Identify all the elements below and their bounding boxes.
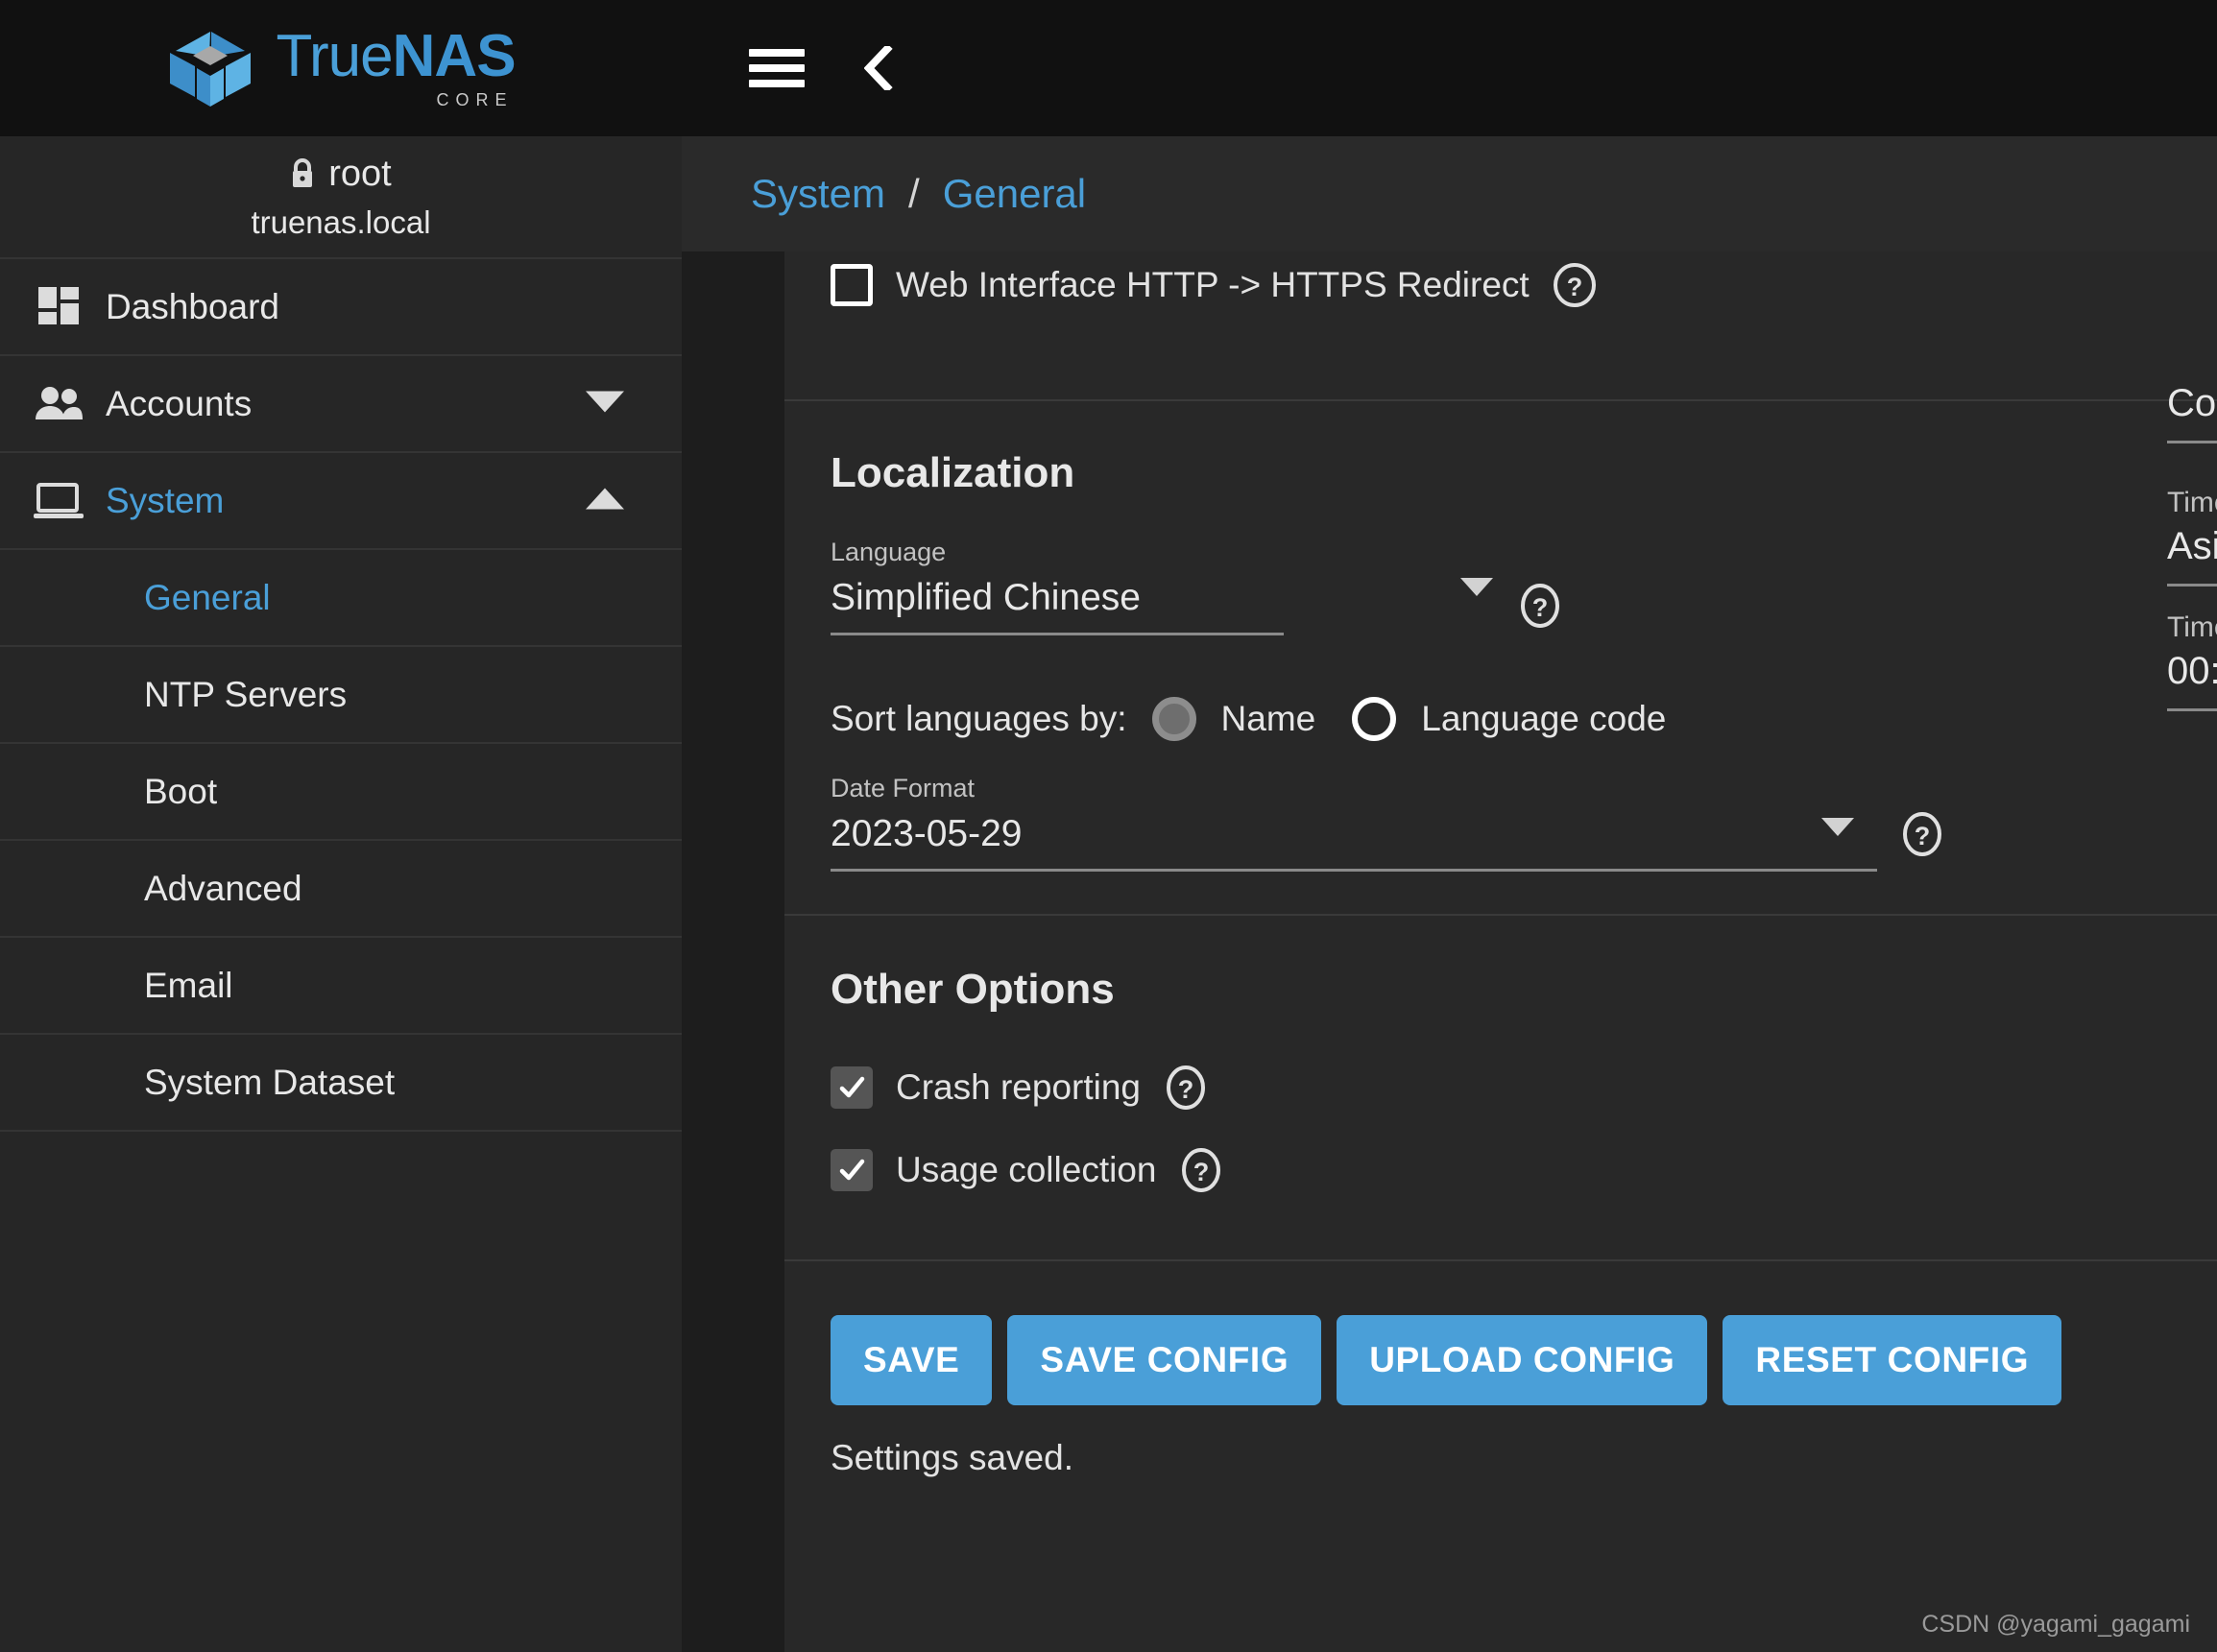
crash-reporting-label: Crash reporting (896, 1067, 1142, 1107)
console-field-value: Con (2167, 382, 2217, 424)
sidebar-item-dashboard[interactable]: Dashboard (0, 259, 682, 356)
section-gui-remainder: Web Interface HTTP -> HTTPS Redirect ? (784, 251, 2217, 399)
sidebar-item-ntp-servers[interactable]: NTP Servers (0, 647, 682, 744)
content-gutter (682, 251, 784, 1652)
sidebar-item-email-label: Email (144, 965, 233, 1005)
sort-by-name-radio[interactable] (1151, 697, 1196, 741)
sidebar-user-block: root truenas.local (0, 136, 682, 259)
usage-collection-row[interactable]: Usage collection ? (784, 1148, 2217, 1192)
date-format-field-label: Date Format (831, 774, 976, 802)
people-icon (25, 385, 92, 423)
timezone-field-value: Asi (2167, 525, 2217, 567)
left-sidebar: TrueNAS CORE root truenas.local Dashboar… (0, 0, 682, 1652)
http-https-redirect-checkbox[interactable] (831, 264, 873, 306)
usage-collection-label: Usage collection (896, 1150, 1157, 1189)
usage-collection-help-circle-icon[interactable]: ? (1179, 1148, 1223, 1192)
svg-text:?: ? (1566, 273, 1582, 301)
brand-logo-bar: TrueNAS CORE (0, 0, 682, 136)
sidebar-item-general[interactable]: General (0, 550, 682, 647)
date-format-caret-down-icon[interactable] (1821, 818, 1854, 836)
crash-reporting-checkbox[interactable] (831, 1066, 873, 1109)
section-actions: SAVE SAVE CONFIG UPLOAD CONFIG RESET CON… (784, 1261, 2217, 1478)
top-app-bar (682, 0, 2217, 136)
breadcrumb-separator: / (908, 171, 920, 216)
chevron-up-icon[interactable] (586, 488, 624, 514)
language-field-label: Language (831, 538, 947, 566)
section-other-options: Other Options Crash reporting ? Usage co… (784, 916, 2217, 1259)
sidebar-item-ntp-servers-label: NTP Servers (144, 674, 348, 714)
sidebar-item-advanced-label: Advanced (144, 868, 302, 908)
sidebar-item-advanced[interactable]: Advanced (0, 841, 682, 938)
sidebar-item-system[interactable]: System (0, 453, 682, 550)
dashboard-grid-icon (25, 286, 92, 328)
language-field-underline (831, 633, 1284, 635)
language-help-circle-icon[interactable]: ? (1518, 584, 1562, 628)
usage-collection-checkbox[interactable] (831, 1149, 873, 1191)
date-format-field-underline (831, 869, 1877, 872)
sidebar-item-accounts[interactable]: Accounts (0, 356, 682, 453)
brand-name-true: True (276, 22, 393, 89)
hamburger-menu-icon[interactable] (749, 49, 805, 87)
breadcrumb: System / General (682, 136, 2217, 251)
section-localization: Localization Language Simplified Chinese… (784, 382, 2217, 914)
language-field-value: Simplified Chinese (831, 577, 1141, 618)
timezone-field-clipped[interactable]: Time Asi (2167, 487, 2217, 587)
upload-config-button[interactable]: UPLOAD CONFIG (1337, 1315, 1708, 1405)
help-circle-icon[interactable]: ? (1553, 263, 1597, 307)
sidebar-item-system-dataset-label: System Dataset (144, 1062, 396, 1102)
svg-text:?: ? (1178, 1075, 1194, 1104)
sidebar-item-general-label: General (144, 577, 271, 617)
language-caret-down-icon[interactable] (1460, 578, 1493, 596)
laptop-icon (25, 482, 92, 520)
sidebar-item-system-label: System (106, 480, 225, 520)
truenas-app-window: TrueNAS CORE root truenas.local Dashboar… (0, 0, 2217, 1652)
sidebar-item-boot[interactable]: Boot (0, 744, 682, 841)
status-message: Settings saved. (831, 1438, 1073, 1477)
watermark: CSDN @yagami_gagami (1921, 1611, 2190, 1638)
http-https-redirect-row[interactable]: Web Interface HTTP -> HTTPS Redirect ? (784, 263, 2217, 307)
date-format-help-circle-icon[interactable]: ? (1900, 812, 1944, 856)
sidebar-username: root (328, 153, 392, 194)
timeformat-field-clipped[interactable]: Time 00: (2167, 611, 2217, 711)
sidebar-hostname: truenas.local (251, 204, 431, 240)
date-format-field-value: 2023-05-29 (831, 813, 1023, 854)
brand-edition: CORE (436, 89, 514, 109)
timeformat-field-label: Time (2167, 611, 2217, 643)
svg-text:?: ? (1532, 593, 1549, 622)
chevron-down-icon[interactable] (586, 391, 624, 417)
timeformat-field-value: 00: (2167, 650, 2217, 692)
breadcrumb-current[interactable]: General (943, 171, 1086, 217)
truenas-cube-logo-icon (166, 28, 254, 108)
save-button[interactable]: SAVE (831, 1315, 993, 1405)
sort-by-language-code-label: Language code (1421, 699, 1667, 738)
save-config-button[interactable]: SAVE CONFIG (1007, 1315, 1322, 1405)
sort-languages-row: Sort languages by: Name Language code (784, 697, 2217, 741)
timezone-field-label: Time (2167, 487, 2217, 518)
other-options-title: Other Options (831, 966, 1115, 1013)
sort-by-name-label: Name (1220, 699, 1316, 738)
localization-title: Localization (831, 449, 1075, 496)
sidebar-item-system-dataset[interactable]: System Dataset (0, 1035, 682, 1132)
http-https-redirect-label: Web Interface HTTP -> HTTPS Redirect (896, 265, 1530, 304)
svg-text:?: ? (1193, 1158, 1210, 1186)
language-field[interactable]: Language Simplified Chinese ? (831, 538, 1559, 635)
sidebar-item-accounts-label: Accounts (106, 383, 253, 423)
console-field-clipped[interactable]: Con (2167, 376, 2217, 443)
lock-icon (290, 158, 315, 189)
sort-languages-label: Sort languages by: (831, 699, 1127, 738)
general-settings-card: Web Interface HTTP -> HTTPS Redirect ? L… (784, 251, 2217, 1652)
reset-config-button[interactable]: RESET CONFIG (1723, 1315, 2062, 1405)
action-button-row: SAVE SAVE CONFIG UPLOAD CONFIG RESET CON… (784, 1315, 2217, 1405)
sidebar-item-dashboard-label: Dashboard (106, 286, 280, 326)
sort-by-language-code-radio[interactable] (1352, 697, 1397, 741)
crash-reporting-help-circle-icon[interactable]: ? (1164, 1065, 1208, 1110)
svg-text:?: ? (1915, 822, 1931, 850)
crash-reporting-row[interactable]: Crash reporting ? (784, 1065, 2217, 1110)
chevron-left-icon[interactable] (863, 43, 893, 93)
date-format-field[interactable]: Date Format 2023-05-29 ? (831, 774, 1941, 872)
sidebar-item-boot-label: Boot (144, 771, 218, 811)
breadcrumb-parent[interactable]: System (751, 171, 885, 217)
sidebar-item-email[interactable]: Email (0, 938, 682, 1035)
brand-name-nas: NAS (392, 22, 517, 89)
